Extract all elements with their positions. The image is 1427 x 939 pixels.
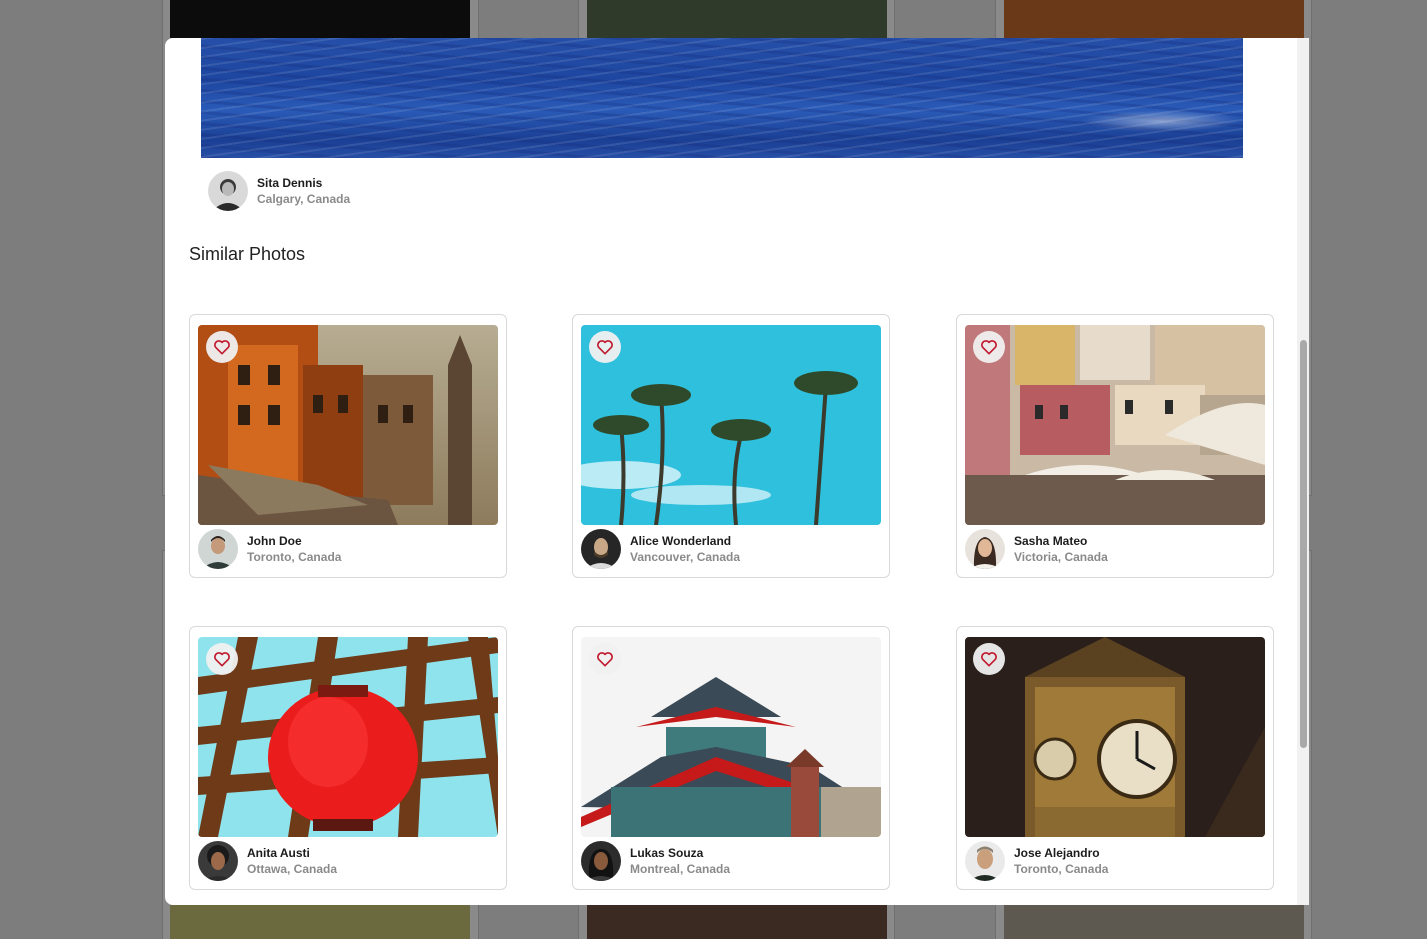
main-photo: [201, 38, 1243, 158]
bg-photo: [1004, 0, 1304, 38]
author-name: John Doe: [247, 534, 302, 548]
bg-photo: [170, 0, 470, 38]
similar-photo-card[interactable]: John Doe Toronto, Canada: [189, 314, 507, 578]
photo[interactable]: [965, 637, 1265, 837]
scrollbar-thumb[interactable]: [1300, 340, 1307, 748]
photo[interactable]: [198, 637, 498, 837]
photo-author[interactable]: Alice Wonderland Vancouver, Canada: [581, 529, 740, 569]
photo-author[interactable]: Sasha Mateo Victoria, Canada: [965, 529, 1108, 569]
author-name: Sita Dennis: [257, 176, 323, 190]
similar-photo-card[interactable]: Lukas Souza Montreal, Canada: [572, 626, 890, 890]
avatar: [581, 529, 621, 569]
avatar: [965, 841, 1005, 881]
favorite-button[interactable]: [206, 331, 238, 363]
avatar: [208, 171, 248, 211]
heart-icon: [597, 340, 613, 355]
author-location: Toronto, Canada: [247, 550, 342, 564]
heart-icon: [981, 340, 997, 355]
bg-photo: [587, 0, 887, 38]
bg-photo: [1004, 905, 1304, 939]
author-name: Anita Austi: [247, 846, 310, 860]
bg-photo: [170, 905, 470, 939]
heart-icon: [597, 652, 613, 667]
avatar: [965, 529, 1005, 569]
author-location: Ottawa, Canada: [247, 862, 338, 876]
similar-photo-card[interactable]: Sasha Mateo Victoria, Canada: [956, 314, 1274, 578]
author-name: Sasha Mateo: [1014, 534, 1088, 548]
similar-photo-card[interactable]: Jose Alejandro Toronto, Canada: [956, 626, 1274, 890]
heart-icon: [981, 652, 997, 667]
avatar: [198, 529, 238, 569]
favorite-button[interactable]: [206, 643, 238, 675]
favorite-button[interactable]: [589, 331, 621, 363]
similar-photo-card[interactable]: Alice Wonderland Vancouver, Canada: [572, 314, 890, 578]
favorite-button[interactable]: [973, 643, 1005, 675]
photo-author[interactable]: Jose Alejandro Toronto, Canada: [965, 841, 1108, 881]
author-location: Montreal, Canada: [630, 862, 731, 876]
author-name: Alice Wonderland: [630, 534, 732, 548]
heart-icon: [214, 340, 230, 355]
avatar: [581, 841, 621, 881]
favorite-button[interactable]: [973, 331, 1005, 363]
photo[interactable]: [198, 325, 498, 525]
avatar: [198, 841, 238, 881]
similar-photo-card[interactable]: Anita Austi Ottawa, Canada: [189, 626, 507, 890]
photo-author[interactable]: Lukas Souza Montreal, Canada: [581, 841, 730, 881]
photo[interactable]: [965, 325, 1265, 525]
photo[interactable]: [581, 325, 881, 525]
similar-photos-title: Similar Photos: [189, 244, 306, 264]
favorite-button[interactable]: [589, 643, 621, 675]
modal-scrollbar[interactable]: [1297, 38, 1309, 905]
main-photo-author[interactable]: Sita Dennis Calgary, Canada: [208, 171, 350, 211]
author-location: Victoria, Canada: [1014, 550, 1108, 564]
wave-foam: [1081, 110, 1241, 132]
author-name: Lukas Souza: [630, 846, 704, 860]
bg-photo: [587, 905, 887, 939]
photo[interactable]: [581, 637, 881, 837]
heart-icon: [214, 652, 230, 667]
author-location: Vancouver, Canada: [630, 550, 741, 564]
photo-author[interactable]: Anita Austi Ottawa, Canada: [198, 841, 337, 881]
photo-author[interactable]: John Doe Toronto, Canada: [198, 529, 341, 569]
author-location: Calgary, Canada: [257, 192, 351, 206]
photo-modal: Sita Dennis Calgary, Canada Similar Phot…: [165, 38, 1309, 905]
author-location: Toronto, Canada: [1014, 862, 1109, 876]
author-name: Jose Alejandro: [1014, 846, 1100, 860]
